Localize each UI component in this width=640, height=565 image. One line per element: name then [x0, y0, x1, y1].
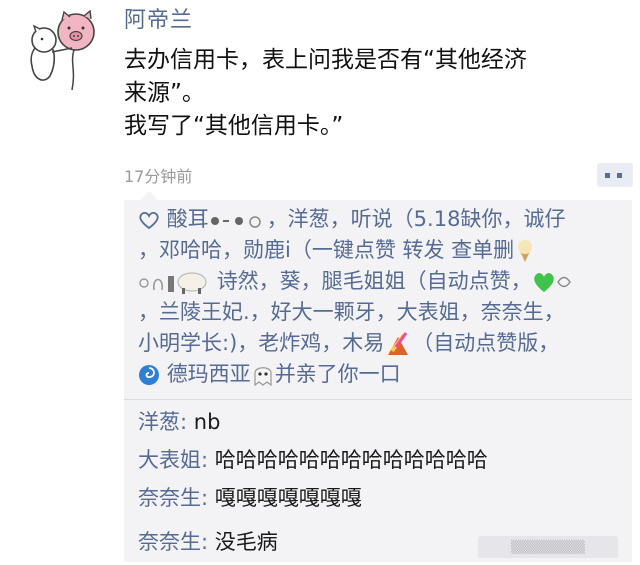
post-text-line: 我写了“其他信用卡。”	[124, 113, 344, 139]
divider	[124, 399, 632, 400]
comment-text: 嘎嘎嘎嘎嘎嘎嘎	[208, 486, 362, 510]
post-text: 去办信用卡，表上问我是否有“其他经济 来源”。 我写了“其他信用卡。”	[124, 44, 624, 143]
liker-names[interactable]: 酸耳	[167, 207, 209, 231]
liker-names[interactable]: 德玛西亚	[167, 362, 251, 386]
post-username[interactable]: 阿帝兰	[124, 2, 193, 34]
eyes-icon	[210, 216, 261, 228]
comment[interactable]: 奈奈生: 没毛病	[138, 528, 278, 556]
comment-text: 哈哈哈哈哈哈哈哈哈哈哈哈哈	[208, 448, 488, 472]
likes-line: 酸耳 ，洋葱，听说（5.18缺你，诚仔	[138, 204, 630, 235]
likes-line: 小明学长:)，老炸鸡，木易 （自动点赞版，	[138, 328, 630, 359]
comment-text: 没毛病	[208, 530, 278, 554]
cyclone-icon	[139, 365, 159, 385]
comment[interactable]: 大表姐: 哈哈哈哈哈哈哈哈哈哈哈哈哈	[138, 446, 488, 474]
comment-author[interactable]: 洋葱:	[138, 410, 187, 434]
dot-icon	[617, 173, 622, 178]
avatar[interactable]	[14, 6, 100, 92]
liker-names[interactable]: （自动点赞版，	[412, 331, 559, 355]
sheep-icon	[139, 272, 207, 294]
likes-list: 酸耳 ，洋葱，听说（5.18缺你，诚仔 ，邓哈哈，勋鹿i（一键点赞 转发 查单删 …	[138, 204, 630, 390]
likes-and-comments-panel: 酸耳 ，洋葱，听说（5.18缺你，诚仔 ，邓哈哈，勋鹿i（一键点赞 转发 查单删 …	[124, 191, 632, 562]
ice-cream-icon	[518, 240, 533, 262]
more-actions-button[interactable]	[597, 163, 633, 187]
post-text-line: 去办信用卡，表上问我是否有“其他经济	[124, 47, 527, 73]
heart-outline-icon	[139, 211, 159, 230]
comment-author[interactable]: 大表姐:	[138, 448, 208, 472]
post-timestamp: 17分钟前	[124, 167, 193, 186]
liker-names[interactable]: 诗然，葵，腿毛姐姐（自动点赞，	[217, 269, 532, 293]
comment[interactable]: 奈奈生: 嘎嘎嘎嘎嘎嘎嘎	[138, 484, 362, 512]
ghost-icon	[254, 367, 272, 387]
likes-line[interactable]: ，兰陵王妃.，好大一颗牙，大表姐，奈奈生，	[138, 297, 630, 328]
liker-names[interactable]: ，邓哈哈，勋鹿i（一键点赞 转发 查单删	[138, 238, 514, 262]
dot-icon	[605, 173, 610, 178]
likes-line: 德玛西亚 并亲了你一口	[138, 359, 630, 390]
liker-names[interactable]: ，洋葱，听说（5.18缺你，诚仔	[267, 207, 566, 231]
nail-polish-icon	[388, 332, 409, 355]
comment[interactable]: 洋葱: nb	[138, 408, 220, 436]
pig-avatar-icon	[14, 6, 100, 92]
comment-author[interactable]: 奈奈生:	[138, 530, 208, 554]
likes-line: 诗然，葵，腿毛姐姐（自动点赞，	[138, 266, 630, 297]
green-heart-icon	[533, 273, 571, 292]
likes-line: ，邓哈哈，勋鹿i（一键点赞 转发 查单删	[138, 235, 630, 266]
watermark: ▒▒▒▒▒▒▒▒	[478, 536, 618, 558]
comment-author[interactable]: 奈奈生:	[138, 486, 208, 510]
comment-text: nb	[187, 410, 221, 434]
liker-names[interactable]: 小明学长:)，老炸鸡，木易	[138, 331, 384, 355]
post-text-line: 来源”。	[124, 80, 205, 106]
liker-names[interactable]: 并亲了你一口	[275, 362, 401, 386]
